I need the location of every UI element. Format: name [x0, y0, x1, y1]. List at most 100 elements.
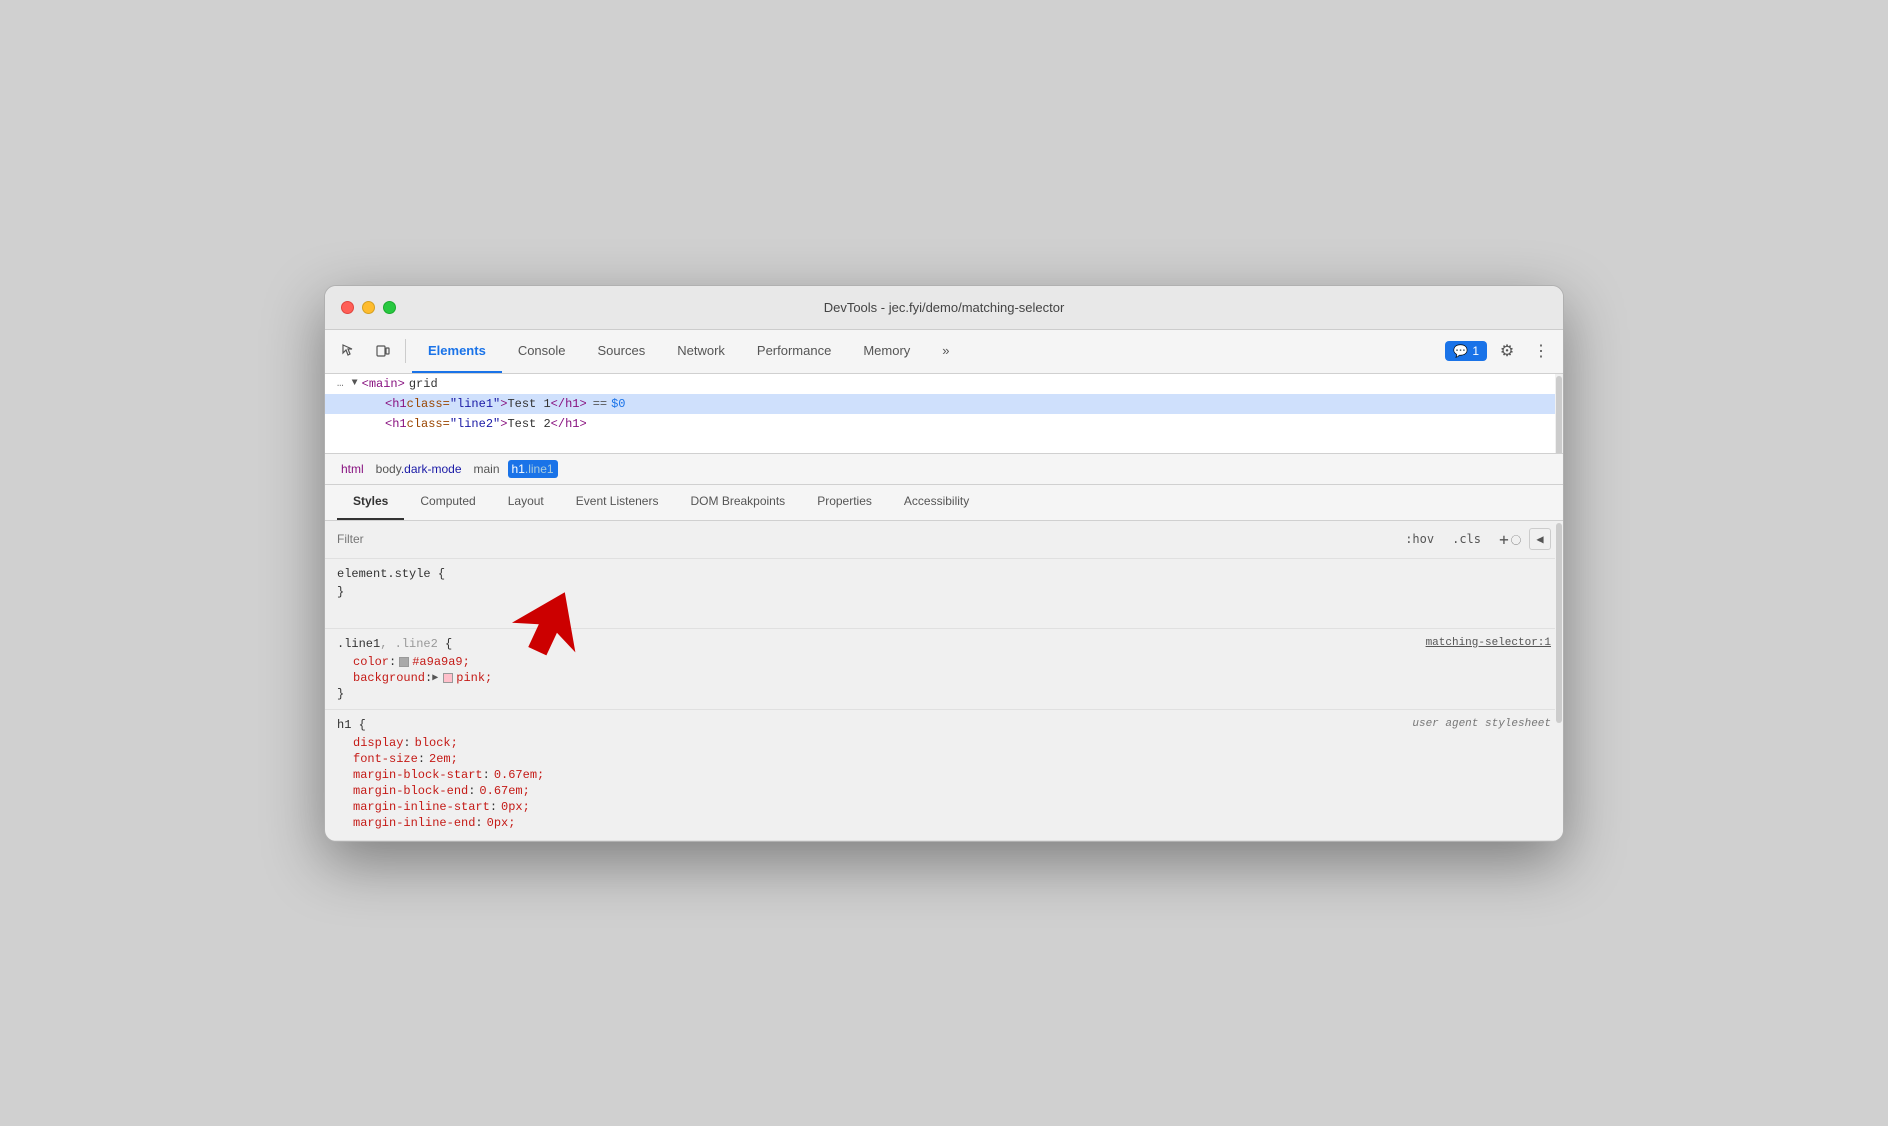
- styles-scrollbar[interactable]: [1555, 521, 1563, 841]
- toolbar-right: 💬 1 ⚙ ⋮: [1445, 335, 1555, 367]
- prop-colon-background: :: [425, 671, 432, 685]
- main-content: … ▼ <main> grid <h1 class="line1">Test 1…: [325, 374, 1563, 841]
- styles-panel: :hov .cls + ⃝ ◀ element.style { }: [325, 521, 1563, 841]
- dollar-zero: $0: [611, 397, 625, 411]
- collapse-arrow[interactable]: ▼: [352, 378, 358, 389]
- background-swatch[interactable]: [443, 673, 453, 683]
- prop-value-mbe[interactable]: 0.67em;: [479, 784, 529, 798]
- selector-dim-comma: , .line2: [380, 637, 438, 651]
- device-toolbar-icon[interactable]: [367, 335, 399, 367]
- rule-close-brace-2: }: [337, 687, 1551, 701]
- prop-value-display[interactable]: block;: [415, 736, 458, 750]
- tab-accessibility[interactable]: Accessibility: [888, 485, 985, 520]
- styles-scrollbar-thumb[interactable]: [1556, 523, 1562, 723]
- crumb-html[interactable]: html: [337, 460, 368, 478]
- attr-class: class=: [407, 397, 450, 411]
- prop-name-mbs: margin-block-start: [353, 768, 483, 782]
- filter-input[interactable]: [337, 532, 1391, 546]
- tab-styles[interactable]: Styles: [337, 485, 404, 520]
- rule-selector-element-style: element.style {: [337, 567, 1551, 581]
- prop-colon-display: :: [403, 736, 410, 750]
- crumb-main[interactable]: main: [470, 460, 504, 478]
- prop-value-mis[interactable]: 0px;: [501, 800, 530, 814]
- toolbar-separator: [405, 339, 406, 363]
- prop-name-mie: margin-inline-end: [353, 816, 475, 830]
- tag-main: <main>: [362, 377, 405, 391]
- hov-filter-btn[interactable]: :hov: [1399, 530, 1440, 548]
- tab-more[interactable]: »: [926, 330, 965, 373]
- tag-close-h1: >: [500, 397, 507, 411]
- traffic-lights: [341, 301, 396, 314]
- css-rule-line1-line2: matching-selector:1 .line1, .line2 { col…: [325, 629, 1563, 710]
- main-display: grid: [409, 377, 438, 391]
- css-prop-mis: margin-inline-start : 0px;: [337, 800, 1551, 814]
- tab-network[interactable]: Network: [661, 330, 741, 373]
- h1-selector-text: h1 {: [337, 718, 366, 732]
- prop-colon-mis: :: [490, 800, 497, 814]
- attr-value-line1: "line1": [450, 397, 500, 411]
- prop-value-color[interactable]: #a9a9a9;: [412, 655, 470, 669]
- dom-line-h1-line2[interactable]: <h1 class="line2">Test 2</h1>: [325, 414, 1563, 434]
- prop-colon-mbe: :: [468, 784, 475, 798]
- css-rule-element-style: element.style { }: [325, 559, 1563, 629]
- crumb-body-label: body.dark-mode: [376, 462, 462, 476]
- prop-colon-font-size: :: [418, 752, 425, 766]
- tag-open-h1: <h1: [385, 397, 407, 411]
- close-button[interactable]: [341, 301, 354, 314]
- prop-value-mbs[interactable]: 0.67em;: [494, 768, 544, 782]
- minimize-button[interactable]: [362, 301, 375, 314]
- tab-properties[interactable]: Properties: [801, 485, 888, 520]
- prop-name-mis: margin-inline-start: [353, 800, 490, 814]
- tab-console[interactable]: Console: [502, 330, 582, 373]
- filter-actions: :hov .cls + ⃝ ◀: [1399, 528, 1551, 550]
- crumb-body[interactable]: body.dark-mode: [372, 460, 466, 478]
- rule-close-brace: }: [337, 585, 1551, 599]
- window-title: DevTools - jec.fyi/demo/matching-selecto…: [824, 300, 1065, 315]
- inspector-icon[interactable]: [333, 335, 365, 367]
- devtools-window: DevTools - jec.fyi/demo/matching-selecto…: [324, 285, 1564, 842]
- css-prop-mbe: margin-block-end : 0.67em;: [337, 784, 1551, 798]
- color-swatch[interactable]: [399, 657, 409, 667]
- tab-event-listeners[interactable]: Event Listeners: [560, 485, 675, 520]
- tab-sources[interactable]: Sources: [582, 330, 662, 373]
- prop-colon-color: :: [389, 655, 396, 669]
- tag-open-h1-2: <h1: [385, 417, 407, 431]
- add-rule-icon[interactable]: +: [1493, 528, 1515, 550]
- tab-dom-breakpoints[interactable]: DOM Breakpoints: [674, 485, 801, 520]
- cls-filter-btn[interactable]: .cls: [1446, 530, 1487, 548]
- devtools-tabs: Elements Console Sources Network Perform…: [412, 330, 1443, 373]
- tag-closing-h1: </h1>: [551, 397, 587, 411]
- elements-panel: … ▼ <main> grid <h1 class="line1">Test 1…: [325, 374, 1563, 454]
- maximize-button[interactable]: [383, 301, 396, 314]
- prop-name-color: color: [353, 655, 389, 669]
- settings-icon[interactable]: ⚙: [1491, 335, 1523, 367]
- crumb-h1-line1[interactable]: h1.line1: [508, 460, 558, 478]
- tab-memory[interactable]: Memory: [847, 330, 926, 373]
- rule-source-ua: user agent stylesheet: [1412, 718, 1551, 730]
- expand-background-icon[interactable]: ▶: [432, 672, 438, 684]
- feedback-badge[interactable]: 💬 1: [1445, 341, 1487, 361]
- tab-computed[interactable]: Computed: [404, 485, 491, 520]
- prop-value-mie[interactable]: 0px;: [487, 816, 516, 830]
- selector-line1: .line1: [337, 637, 380, 651]
- css-prop-font-size: font-size : 2em;: [337, 752, 1551, 766]
- prop-value-font-size[interactable]: 2em;: [429, 752, 458, 766]
- tab-elements[interactable]: Elements: [412, 330, 502, 373]
- rule-source-matching[interactable]: matching-selector:1: [1426, 637, 1551, 649]
- expand-dots[interactable]: …: [337, 378, 344, 390]
- dom-line-h1-line1[interactable]: <h1 class="line1">Test 1</h1> == $0: [325, 394, 1563, 414]
- tab-layout[interactable]: Layout: [492, 485, 560, 520]
- css-rule-h1-ua: user agent stylesheet h1 { display : blo…: [325, 710, 1563, 841]
- prop-value-background[interactable]: pink;: [456, 671, 492, 685]
- toggle-sidebar-icon[interactable]: ◀: [1529, 528, 1551, 550]
- more-options-icon[interactable]: ⋮: [1527, 337, 1555, 365]
- elements-scrollbar[interactable]: [1555, 374, 1563, 453]
- chat-count: 1: [1472, 344, 1479, 358]
- scrollbar-thumb[interactable]: [1556, 376, 1562, 454]
- tab-performance[interactable]: Performance: [741, 330, 847, 373]
- h1-text: Test 1: [507, 397, 550, 411]
- prop-colon-mie: :: [475, 816, 482, 830]
- dom-line-main[interactable]: … ▼ <main> grid: [325, 374, 1563, 394]
- prop-name-mbe: margin-block-end: [353, 784, 468, 798]
- prop-name-font-size: font-size: [353, 752, 418, 766]
